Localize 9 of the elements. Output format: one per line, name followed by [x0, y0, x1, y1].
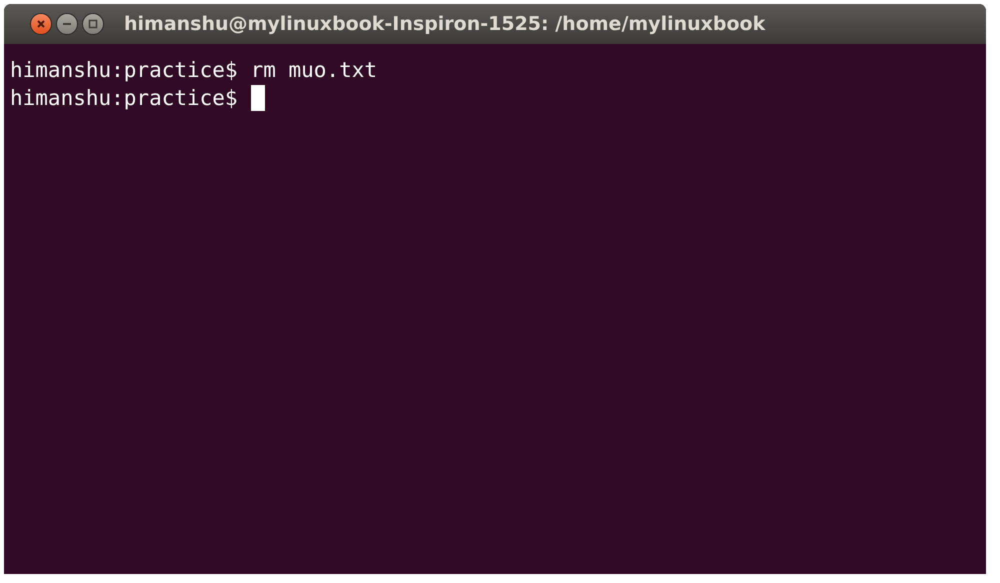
- close-icon: [35, 18, 47, 30]
- window-title: himanshu@mylinuxbook-Inspiron-1525: /home/mylinuxbook: [124, 13, 766, 35]
- terminal-prompt: himanshu:practice$: [10, 85, 238, 112]
- terminal-prompt: himanshu:practice$: [10, 57, 238, 84]
- minimize-button[interactable]: [56, 13, 78, 35]
- terminal-command: rm muo.txt: [250, 57, 378, 84]
- maximize-icon: [87, 18, 99, 30]
- maximize-button[interactable]: [82, 13, 104, 35]
- close-button[interactable]: [30, 13, 52, 35]
